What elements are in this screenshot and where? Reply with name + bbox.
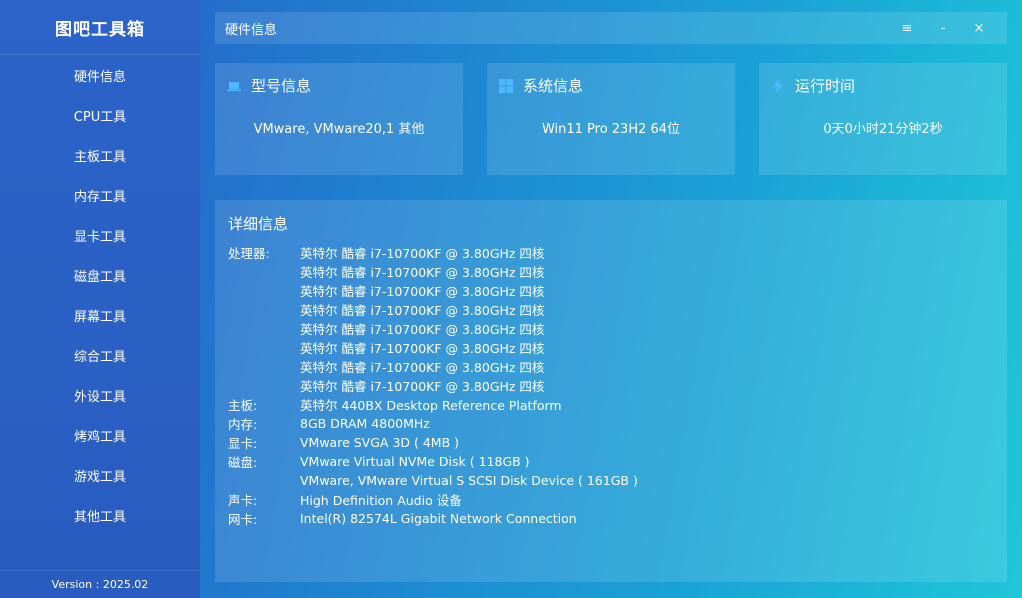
detail-row: 英特尔 酷睿 i7-10700KF @ 3.80GHz 四核 xyxy=(228,300,638,319)
row-value: VMware, VMware Virtual S SCSI Disk Devic… xyxy=(300,473,638,488)
version-label: Version : 2025.02 xyxy=(0,570,200,598)
detail-row: 显卡: VMware SVGA 3D ( 4MB ) xyxy=(228,433,638,452)
row-label: 主板: xyxy=(228,398,258,413)
detail-row: 英特尔 酷睿 i7-10700KF @ 3.80GHz 四核 xyxy=(228,338,638,357)
card-value: 0天0小时21分钟2秒 xyxy=(823,122,943,137)
row-value: 英特尔 酷睿 i7-10700KF @ 3.80GHz 四核 xyxy=(300,379,545,394)
detail-row: 主板: 英特尔 440BX Desktop Reference Platform xyxy=(228,395,638,414)
detail-row: VMware, VMware Virtual S SCSI Disk Devic… xyxy=(228,471,638,490)
row-label: 内存: xyxy=(228,417,258,432)
row-value: Intel(R) 82574L Gigabit Network Connecti… xyxy=(300,511,577,526)
detail-row: 英特尔 酷睿 i7-10700KF @ 3.80GHz 四核 xyxy=(228,281,638,300)
sidebar-item-gpu-tools[interactable]: 显卡工具 xyxy=(0,215,200,255)
detail-row: 内存: 8GB DRAM 4800MHz xyxy=(228,414,638,433)
detail-row: 处理器: 英特尔 酷睿 i7-10700KF @ 3.80GHz 四核 xyxy=(228,243,638,262)
sidebar-item-screen-tools[interactable]: 屏幕工具 xyxy=(0,295,200,335)
row-value: VMware Virtual NVMe Disk ( 118GB ) xyxy=(300,454,530,469)
sidebar-nav: 硬件信息 CPU工具 主板工具 内存工具 显卡工具 磁盘工具 屏幕工具 综合工具… xyxy=(0,55,200,535)
page-title: 硬件信息 xyxy=(225,22,278,38)
detail-row: 声卡: High Definition Audio 设备 xyxy=(228,490,638,509)
window-controls: ≡ - × xyxy=(889,12,997,44)
row-value: 英特尔 酷睿 i7-10700KF @ 3.80GHz 四核 xyxy=(300,322,545,337)
app-title: 图吧工具箱 xyxy=(0,0,200,55)
sidebar-item-general-tools[interactable]: 综合工具 xyxy=(0,335,200,375)
sidebar-item-hardware-info[interactable]: 硬件信息 xyxy=(0,55,200,95)
detail-panel: 详细信息 处理器: 英特尔 酷睿 i7-10700KF @ 3.80GHz 四核 … xyxy=(215,200,1007,582)
row-value: 英特尔 酷睿 i7-10700KF @ 3.80GHz 四核 xyxy=(300,265,545,280)
row-value: VMware SVGA 3D ( 4MB ) xyxy=(300,435,460,450)
card-value: VMware, VMware20,1 其他 xyxy=(253,122,425,137)
row-label: 网卡: xyxy=(228,512,258,527)
detail-row: 英特尔 酷睿 i7-10700KF @ 3.80GHz 四核 xyxy=(228,376,638,395)
detail-rows: 处理器: 英特尔 酷睿 i7-10700KF @ 3.80GHz 四核 英特尔 酷… xyxy=(228,243,638,528)
card-title: 型号信息 xyxy=(251,77,312,95)
sidebar: 图吧工具箱 硬件信息 CPU工具 主板工具 内存工具 显卡工具 磁盘工具 屏幕工… xyxy=(0,0,200,598)
sidebar-item-cpu-tools[interactable]: CPU工具 xyxy=(0,95,200,135)
detail-row: 网卡: Intel(R) 82574L Gigabit Network Conne… xyxy=(228,509,638,528)
row-label: 处理器: xyxy=(228,246,270,261)
minimize-icon[interactable]: - xyxy=(925,12,961,44)
card-title: 系统信息 xyxy=(523,77,584,95)
row-value: 英特尔 酷睿 i7-10700KF @ 3.80GHz 四核 xyxy=(300,303,545,318)
row-label: 声卡: xyxy=(228,493,258,508)
card-title: 运行时间 xyxy=(795,77,856,95)
sidebar-item-peripheral-tools[interactable]: 外设工具 xyxy=(0,375,200,415)
sidebar-item-game-tools[interactable]: 游戏工具 xyxy=(0,455,200,495)
detail-row: 英特尔 酷睿 i7-10700KF @ 3.80GHz 四核 xyxy=(228,319,638,338)
menu-icon[interactable]: ≡ xyxy=(889,12,925,44)
detail-row: 英特尔 酷睿 i7-10700KF @ 3.80GHz 四核 xyxy=(228,262,638,281)
sidebar-item-motherboard-tools[interactable]: 主板工具 xyxy=(0,135,200,175)
sidebar-item-other-tools[interactable]: 其他工具 xyxy=(0,495,200,535)
row-value: 英特尔 酷睿 i7-10700KF @ 3.80GHz 四核 xyxy=(300,341,545,356)
detail-title: 详细信息 xyxy=(228,215,289,233)
row-label: 磁盘: xyxy=(228,455,258,470)
lightning-icon xyxy=(773,78,783,93)
sidebar-item-memory-tools[interactable]: 内存工具 xyxy=(0,175,200,215)
model-info-card: 型号信息 VMware, VMware20,1 其他 xyxy=(215,63,463,175)
uptime-card: 运行时间 0天0小时21分钟2秒 xyxy=(759,63,1007,175)
system-info-card: 系统信息 Win11 Pro 23H2 64位 xyxy=(487,63,735,175)
row-label: 显卡: xyxy=(228,436,258,451)
title-bar: 硬件信息 ≡ - × xyxy=(215,12,1007,44)
row-value: 英特尔 酷睿 i7-10700KF @ 3.80GHz 四核 xyxy=(300,246,545,261)
sidebar-item-stress-test-tools[interactable]: 烤鸡工具 xyxy=(0,415,200,455)
row-value: High Definition Audio 设备 xyxy=(300,493,462,508)
detail-row: 磁盘: VMware Virtual NVMe Disk ( 118GB ) xyxy=(228,452,638,471)
row-value: 英特尔 440BX Desktop Reference Platform xyxy=(300,398,562,413)
row-value: 英特尔 酷睿 i7-10700KF @ 3.80GHz 四核 xyxy=(300,284,545,299)
card-value: Win11 Pro 23H2 64位 xyxy=(541,122,681,137)
detail-row: 英特尔 酷睿 i7-10700KF @ 3.80GHz 四核 xyxy=(228,357,638,376)
close-icon[interactable]: × xyxy=(961,12,997,44)
row-value: 英特尔 酷睿 i7-10700KF @ 3.80GHz 四核 xyxy=(300,360,545,375)
row-value: 8GB DRAM 4800MHz xyxy=(300,416,430,431)
sidebar-item-disk-tools[interactable]: 磁盘工具 xyxy=(0,255,200,295)
windows-icon xyxy=(499,78,513,93)
laptop-icon xyxy=(227,81,241,91)
